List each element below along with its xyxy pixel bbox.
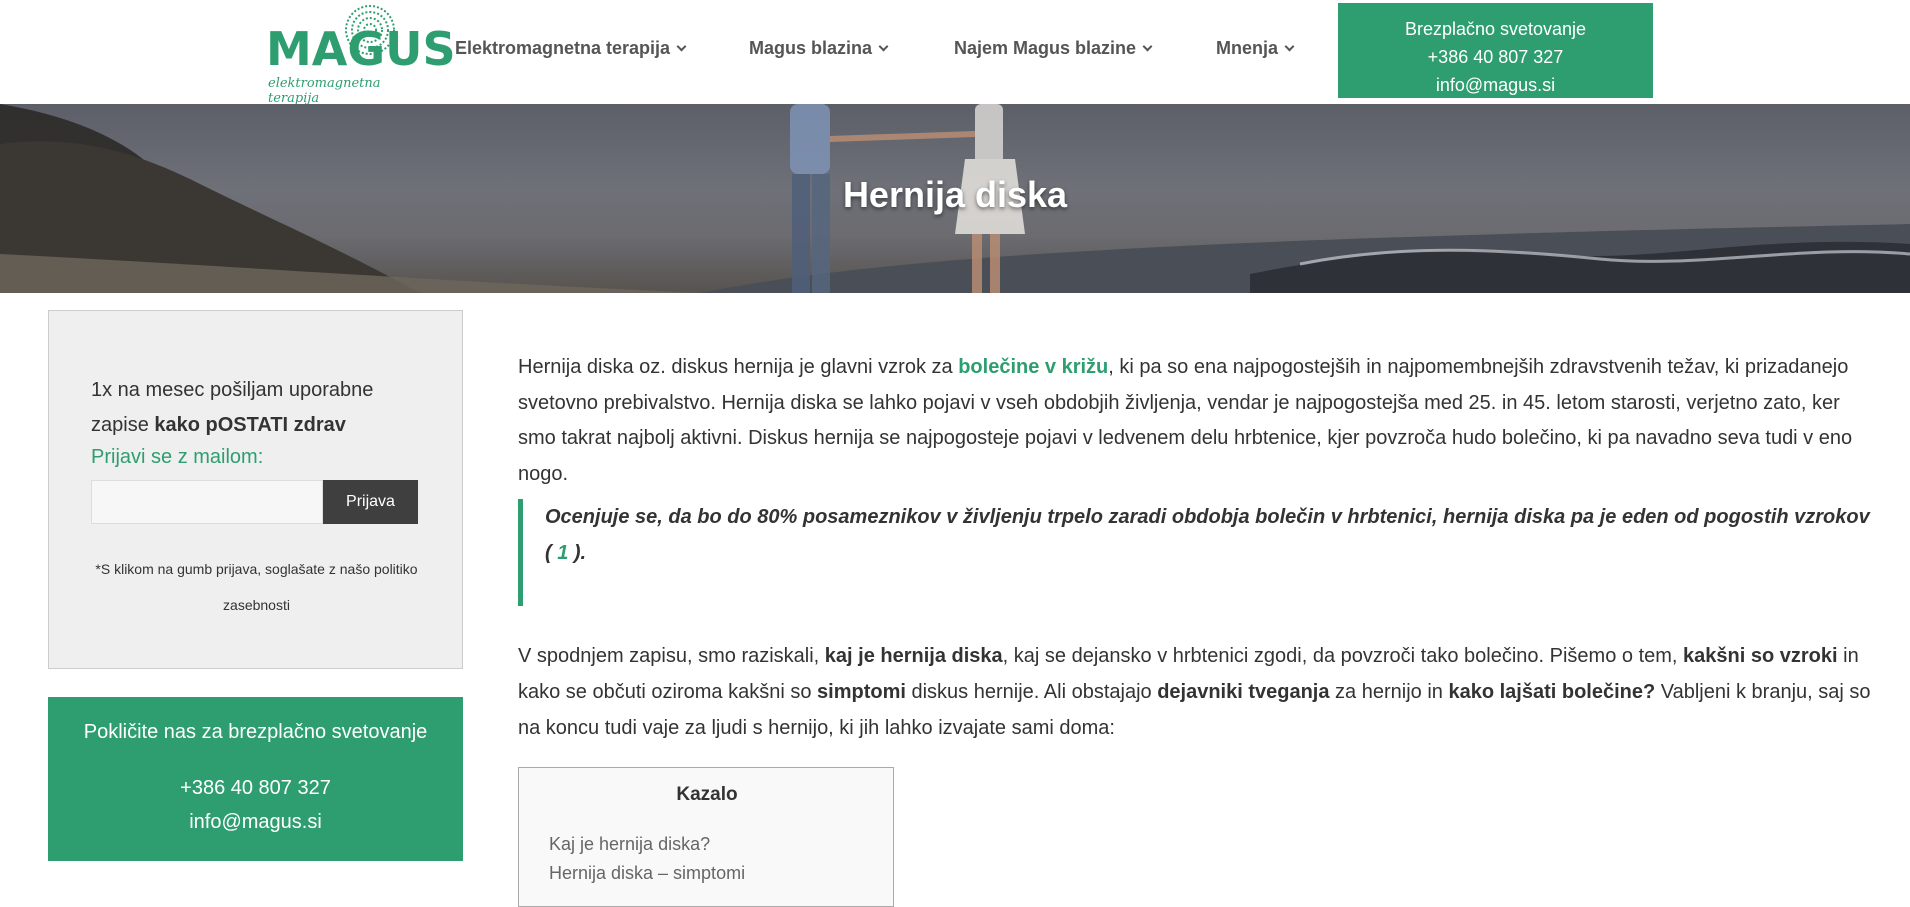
nav-item-label: Mnenja — [1216, 38, 1279, 58]
hero-banner: Hernija diska — [0, 104, 1910, 293]
article-paragraph-2: V spodnjem zapisu, smo raziskali, kaj je… — [518, 638, 1873, 746]
email-field[interactable] — [91, 480, 323, 524]
toc-title: Kazalo — [676, 784, 738, 805]
paragraph-bold: simptomi — [817, 681, 906, 703]
call-box-phone[interactable]: +386 40 807 327 — [48, 777, 463, 800]
nav-item-elektromagnetna-terapija[interactable]: Elektromagnetna terapija — [455, 38, 687, 59]
nav-item-label: Najem Magus blazine — [954, 38, 1137, 58]
quote-ref-open: ( — [545, 542, 558, 564]
chevron-down-icon — [1284, 41, 1295, 52]
call-box-title: Pokličite nas za brezplačno svetovanje — [83, 721, 428, 743]
nav-item-mnenja[interactable]: Mnenja — [1216, 38, 1295, 59]
chevron-down-icon — [878, 41, 889, 52]
nav-item-label: Elektromagnetna terapija — [455, 38, 671, 58]
paragraph-text: , kaj se dejansko v hrbtenici zgodi, da … — [1002, 645, 1684, 667]
quote-text: Ocenjuje se, da bo do 80% posameznikov v… — [545, 506, 1870, 528]
back-pain-link[interactable]: bolečine v križu — [958, 356, 1108, 378]
nav-item-label: Magus blazina — [749, 38, 873, 58]
paragraph-text: V spodnjem zapisu, smo raziskali, — [518, 645, 825, 667]
newsletter-text-bold: kako pOSTATI zdrav — [154, 414, 346, 436]
table-of-contents: Kazalo Kaj je hernija diska? Hernija dis… — [518, 767, 894, 907]
paragraph-text: za hernijo in — [1329, 681, 1449, 703]
newsletter-widget: 1x na mesec pošiljam uporabne zapise kak… — [48, 310, 463, 669]
cta-phone[interactable]: +386 40 807 327 — [1338, 43, 1653, 71]
newsletter-text: 1x na mesec pošiljam uporabne zapise kak… — [91, 373, 431, 443]
paragraph-text: diskus hernije. Ali obstajajo — [905, 681, 1158, 703]
cta-email[interactable]: info@magus.si — [1338, 71, 1653, 99]
paragraph-text: Hernija diska oz. diskus hernija je glav… — [518, 356, 959, 378]
quote-ref-close: ). — [568, 542, 587, 564]
privacy-note: *S klikom na gumb prijava, soglašate z n… — [95, 561, 418, 613]
paragraph-bold: kaj je hernija diska — [824, 645, 1003, 667]
call-box-email[interactable]: info@magus.si — [48, 811, 463, 834]
reference-link[interactable]: 1 — [557, 542, 568, 564]
cta-title: Brezplačno svetovanje — [1404, 19, 1587, 39]
header-cta-box[interactable]: Brezplačno svetovanje +386 40 807 327 in… — [1338, 3, 1653, 98]
site-header: MAGUS elektromagnetna terapija Elektroma… — [0, 0, 1910, 106]
article-intro: Hernija diska oz. diskus hernija je glav… — [518, 350, 1873, 492]
paragraph-bold: dejavniki tveganja — [1157, 681, 1330, 703]
toc-item[interactable]: Hernija diska – simptomi — [549, 863, 745, 884]
toc-item[interactable]: Kaj je hernija diska? — [549, 834, 710, 855]
logo-tagline: elektromagnetna terapija — [268, 76, 381, 106]
call-box: Pokličite nas za brezplačno svetovanje +… — [48, 697, 463, 861]
blockquote: Ocenjuje se, da bo do 80% posameznikov v… — [518, 499, 1873, 606]
paragraph-bold: kako lajšati bolečine? — [1448, 681, 1656, 703]
page-title: Hernija diska — [842, 174, 1068, 215]
logo-word: MAGUS — [266, 22, 456, 76]
nav-item-magus-blazina[interactable]: Magus blazina — [749, 38, 889, 59]
magus-logo[interactable]: MAGUS elektromagnetna terapija — [262, 2, 456, 106]
article-paragraph: Hernija diska oz. diskus hernija je glav… — [518, 350, 1873, 492]
nav-item-najem-magus-blazine[interactable]: Najem Magus blazine — [954, 38, 1153, 59]
subscribe-button[interactable]: Prijava — [323, 480, 418, 524]
chevron-down-icon — [676, 41, 687, 52]
newsletter-label: Prijavi se z mailom: — [91, 446, 264, 468]
chevron-down-icon — [1142, 41, 1153, 52]
paragraph-bold: kakšni so vzroki — [1683, 645, 1838, 667]
